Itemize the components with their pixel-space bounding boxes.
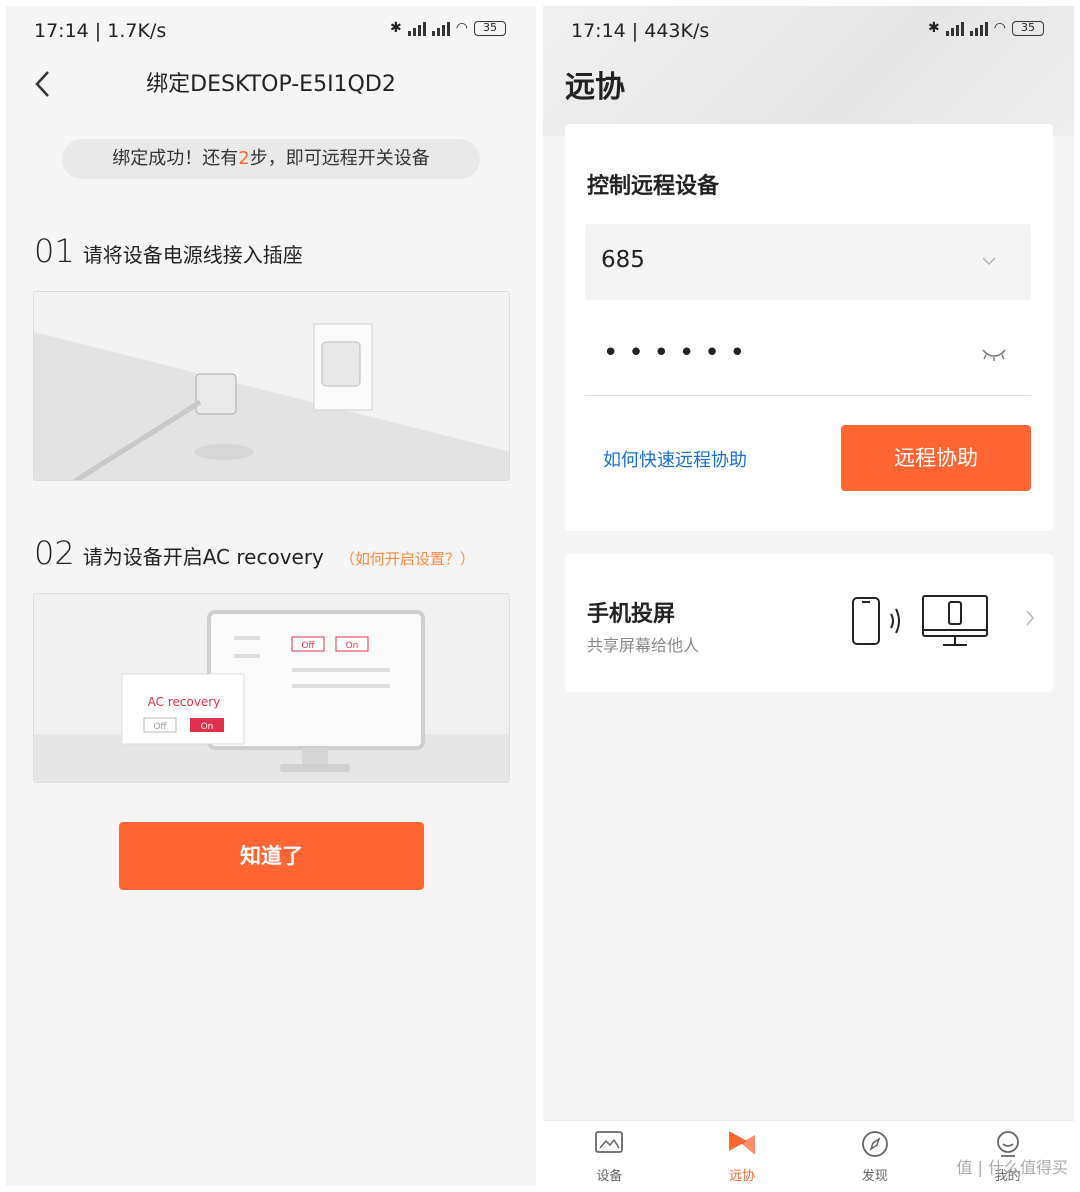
- watermark: 值 | 什么值得买: [956, 1158, 1068, 1177]
- illus-on-label: On: [346, 641, 359, 651]
- remote-assist-screen: 17:14 | 443K/s ✱ ◠ 35 远协 控制远程设备 685 ••••…: [543, 6, 1074, 1186]
- tab-device[interactable]: 设备: [543, 1121, 676, 1186]
- page-title: 绑定DESKTOP-E5I1QD2: [146, 72, 396, 97]
- signal-icon: [969, 21, 988, 36]
- battery-icon: 35: [474, 20, 506, 36]
- status-time: 17:14 | 1.7K/s: [34, 20, 167, 42]
- step-1: 01 请将设备电源线接入插座: [34, 232, 303, 270]
- step-text: 请将设备电源线接入插座: [82, 243, 303, 267]
- password-field[interactable]: ••••••: [585, 320, 1031, 396]
- step-2: 02 请为设备开启AC recovery （如何开启设置？）: [34, 534, 475, 572]
- wifi-icon: ◠: [993, 20, 1006, 36]
- notice-text: 步，即可远程开关设备: [249, 148, 430, 169]
- status-bar: 17:14 | 1.7K/s ✱ ◠ 35: [6, 6, 536, 56]
- bind-device-screen: 17:14 | 1.7K/s ✱ ◠ 35 绑定DESKTOP-E5I1QD2 …: [6, 6, 536, 1186]
- tab-remote[interactable]: 远协: [676, 1121, 809, 1186]
- phone-to-monitor-icon: [852, 595, 988, 646]
- ac-recovery-illustration: Off On AC recovery Off On: [33, 593, 510, 783]
- cast-title: 手机投屏: [587, 602, 676, 627]
- remote-icon: [729, 1131, 756, 1155]
- illus-on-label: On: [201, 722, 214, 732]
- how-to-remote-link[interactable]: 如何快速远程协助: [603, 446, 747, 472]
- status-time: 17:14 | 443K/s: [571, 20, 710, 42]
- device-id-select[interactable]: 685: [585, 224, 1031, 300]
- status-icons: ✱ ◠ 35: [390, 20, 506, 36]
- illus-ac-recovery-label: AC recovery: [148, 695, 221, 709]
- control-remote-card: 控制远程设备 685 •••••• 如何快速远程协助 远程协助: [565, 124, 1053, 531]
- step-text: 请为设备开启AC recovery: [82, 545, 324, 569]
- plug-illustration: [33, 291, 510, 481]
- chevron-right-icon: [1025, 608, 1035, 633]
- signal-icon: [945, 21, 964, 36]
- status-icons: ✱ ◠ 35: [928, 20, 1044, 36]
- notice-highlight: 2: [238, 148, 250, 169]
- signal-icon: [407, 21, 426, 36]
- password-value: ••••••: [603, 338, 756, 368]
- step-number: 01: [34, 232, 75, 270]
- device-icon: [595, 1131, 624, 1153]
- tab-label: 发现: [861, 1169, 888, 1184]
- step-number: 02: [34, 534, 75, 572]
- tab-discover[interactable]: 发现: [809, 1121, 942, 1186]
- eye-closed-icon[interactable]: [981, 346, 1007, 366]
- device-id-value: 685: [601, 247, 645, 273]
- bluetooth-icon: ✱: [928, 20, 940, 36]
- illus-off-label: Off: [301, 641, 315, 651]
- tab-label: 远协: [729, 1169, 756, 1184]
- bluetooth-icon: ✱: [390, 20, 402, 36]
- battery-icon: 35: [1012, 20, 1044, 36]
- tab-label: 设备: [596, 1169, 623, 1184]
- how-to-enable-link[interactable]: （如何开启设置？）: [340, 548, 475, 569]
- card-title: 控制远程设备: [587, 174, 720, 199]
- screen-cast-card[interactable]: 手机投屏 共享屏幕给他人: [565, 554, 1053, 692]
- cast-subtitle: 共享屏幕给他人: [587, 636, 700, 655]
- signal-icon: [431, 21, 450, 36]
- bind-success-notice: 绑定成功！还有2步，即可远程开关设备: [62, 139, 480, 179]
- wifi-icon: ◠: [455, 20, 468, 36]
- page-title: 远协: [565, 70, 625, 105]
- compass-icon: [861, 1131, 888, 1157]
- chevron-down-icon: [981, 250, 997, 271]
- remote-assist-button[interactable]: 远程协助: [841, 425, 1031, 491]
- status-bar: 17:14 | 443K/s ✱ ◠ 35: [543, 6, 1074, 56]
- notice-text: 绑定成功！还有: [112, 148, 239, 169]
- illus-off-label: Off: [153, 722, 167, 732]
- got-it-button[interactable]: 知道了: [119, 822, 424, 890]
